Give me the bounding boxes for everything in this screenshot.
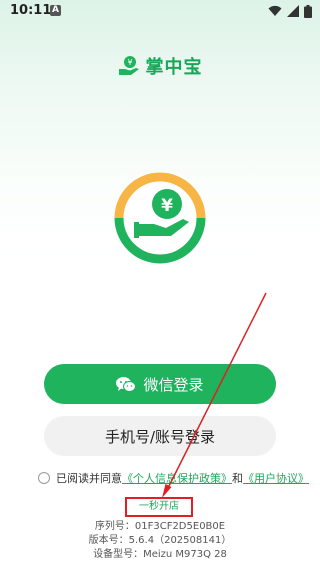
coin-in-hand-icon: ¥ [118, 56, 139, 75]
status-time: 10:11 [10, 3, 52, 18]
phone-login-button[interactable]: 手机号/账号登录 [44, 416, 276, 456]
app-header: ¥ 掌中宝 [0, 52, 320, 80]
app-logo: ¥ [114, 172, 206, 264]
phone-login-label: 手机号/账号登录 [104, 427, 216, 446]
wechat-icon [116, 376, 137, 393]
svg-text:¥: ¥ [161, 196, 173, 216]
user-agreement-link[interactable]: 《用户协议》 [243, 470, 309, 486]
status-icons [268, 4, 312, 18]
wechat-login-button[interactable]: 微信登录 [44, 364, 276, 404]
wifi-icon [268, 5, 282, 16]
agreement-row: 已阅读并同意 《个人信息保护政策》 和 《用户协议》 [38, 470, 309, 486]
signal-icon [287, 5, 299, 17]
serial-number: 序列号：01F3CF2D5E0B0E [94, 521, 226, 532]
agreement-and: 和 [232, 472, 243, 485]
battery-icon [304, 4, 312, 18]
version-number: 版本号：5.6.4（202508141） [88, 535, 232, 546]
notification-badge: A [50, 5, 61, 16]
svg-text:¥: ¥ [127, 58, 132, 67]
status-bar: 10:11 A [0, 0, 320, 22]
wechat-login-label: 微信登录 [143, 375, 204, 394]
privacy-policy-link[interactable]: 《个人信息保护政策》 [122, 470, 232, 486]
device-model: 设备型号：Meizu M973Q 28 [93, 549, 227, 560]
quick-open-store-button[interactable]: 一秒开店 [125, 497, 193, 517]
agree-checkbox[interactable] [38, 472, 50, 484]
app-name: 掌中宝 [145, 57, 203, 78]
agreement-prefix: 已阅读并同意 [56, 472, 122, 485]
